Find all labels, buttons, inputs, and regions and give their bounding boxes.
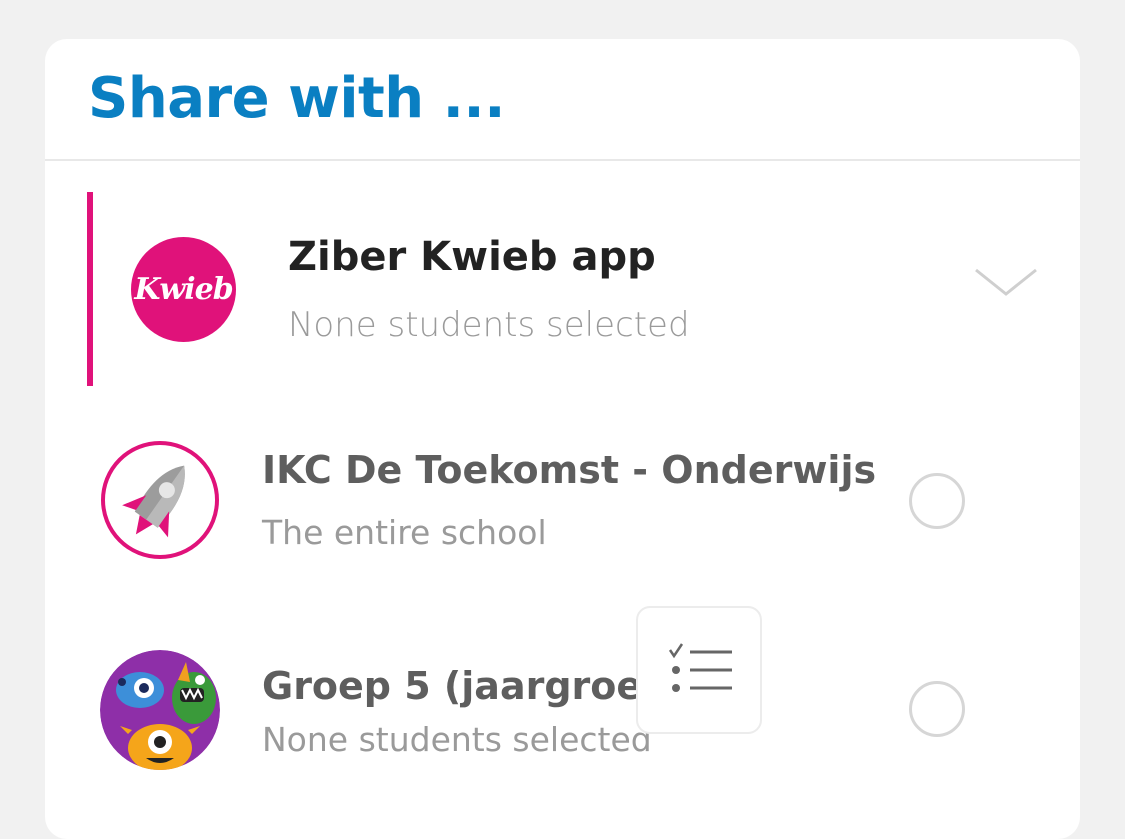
monsters-icon [100,650,220,770]
card-header: Share with ... [45,39,1080,161]
app-row-kwieb[interactable]: Kwieb Ziber Kwieb app None students sele… [87,192,1053,386]
select-radio[interactable] [909,473,965,529]
select-radio[interactable] [909,681,965,737]
group-subtitle: The entire school [262,513,547,552]
rocket-icon [100,440,220,560]
group-title: IKC De Toekomst - Onderwijs [262,448,877,492]
kwieb-logo: Kwieb [131,237,236,342]
app-name: Ziber Kwieb app [288,234,656,280]
kwieb-logo-text: Kwieb [134,272,233,307]
list-item-groep5[interactable]: Groep 5 (jaargroep: 5) None students sel… [100,650,1020,790]
group-subtitle: None students selected [262,720,652,759]
list-item-school[interactable]: IKC De Toekomst - Onderwijs The entire s… [100,440,1020,580]
app-selection-status: None students selected [288,305,690,345]
page-title: Share with ... [88,66,505,131]
select-students-button[interactable] [636,606,762,734]
chevron-down-icon[interactable] [973,264,1039,304]
checklist-icon [668,643,732,692]
